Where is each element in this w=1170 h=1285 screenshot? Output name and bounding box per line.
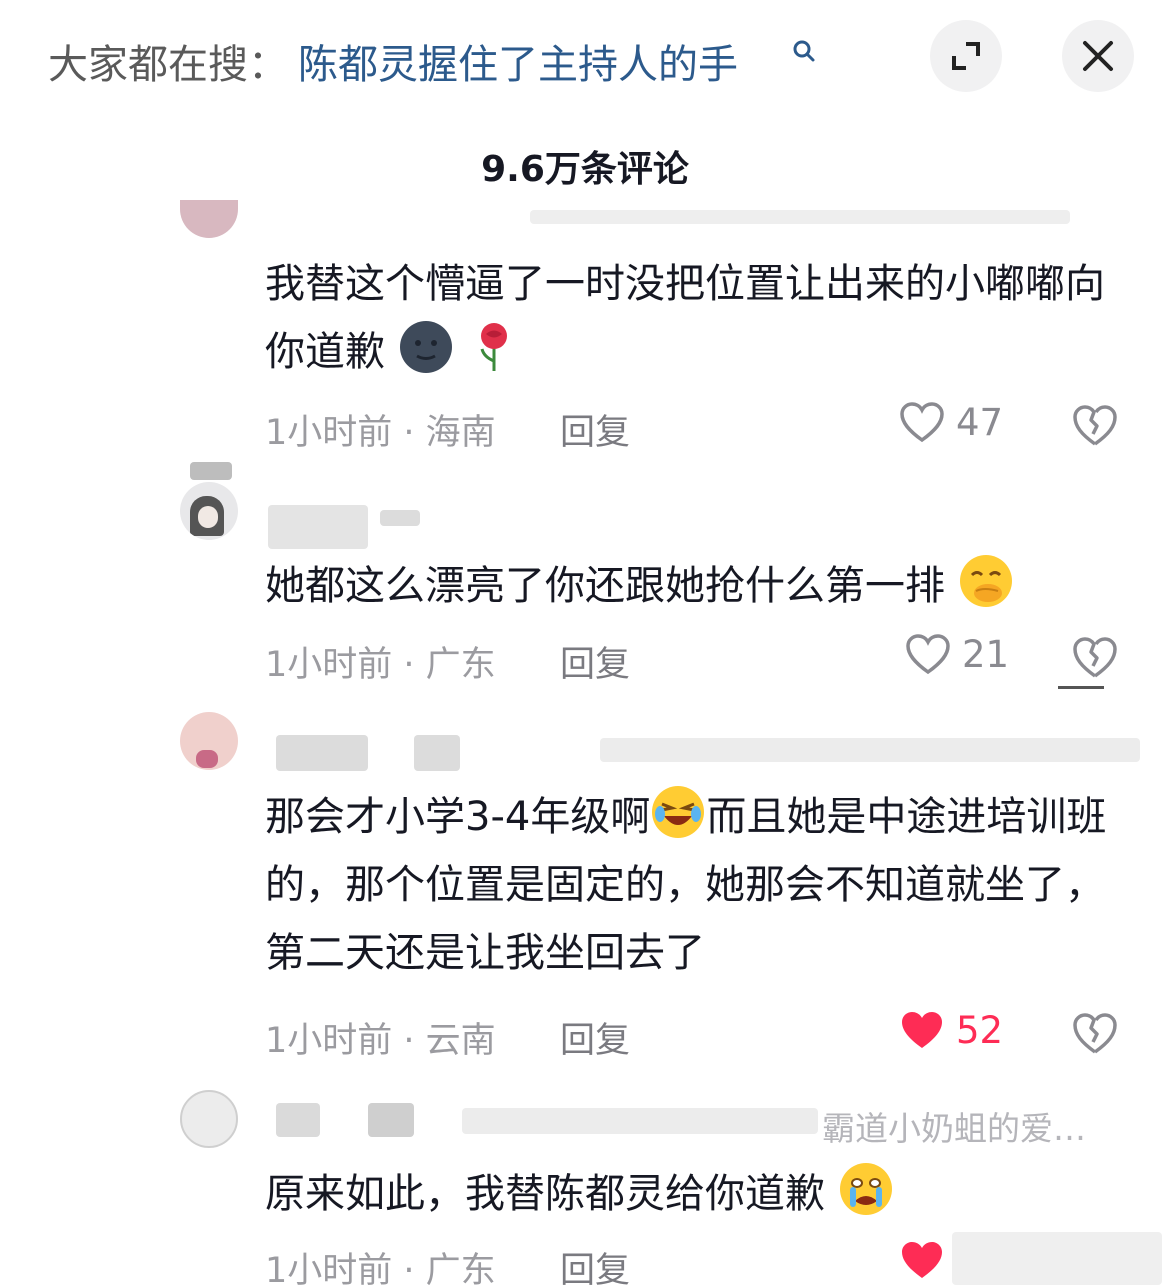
comment-text: 她都这么漂亮了你还跟她抢什么第一排 (265, 552, 1125, 620)
broken-heart-icon[interactable] (1072, 1010, 1118, 1056)
avatar[interactable] (180, 712, 238, 770)
search-prefix: 大家都在搜： (48, 42, 288, 88)
trending-search-link[interactable]: 陈都灵握住了主持人的手 (298, 32, 738, 90)
heart-filled-icon (902, 1012, 942, 1048)
expand-icon (952, 42, 980, 70)
broken-heart-icon[interactable] (1072, 634, 1118, 680)
blurred-username (190, 462, 232, 480)
comments-count: 9.6万条评论 (481, 149, 689, 190)
heart-outline-icon (900, 402, 944, 443)
blurred-username (268, 505, 368, 549)
avatar[interactable] (180, 1090, 238, 1148)
comment-time-location: 1小时前 · 广东 (265, 645, 496, 685)
avatar[interactable] (180, 200, 238, 238)
like-count: 21 (962, 632, 1010, 676)
like-count: 47 (956, 400, 1004, 444)
like-button[interactable]: 52 (898, 1008, 1003, 1052)
comment-text: 那会才小学3-4年级啊 而且她是中途进培训班的，那个位置是固定的，她那会不知道就… (265, 783, 1125, 987)
divider (1058, 686, 1104, 689)
blurred-username (600, 738, 1140, 762)
reply-button[interactable]: 回复 (560, 1242, 630, 1285)
blurred-overlay (952, 1232, 1162, 1285)
blurred-username (462, 1108, 818, 1134)
heart-filled-icon (902, 1242, 942, 1278)
video-title-partial[interactable]: 霸道小奶蛆的爱… (822, 1102, 1086, 1150)
rolling-laughing-face-icon (652, 786, 705, 838)
close-icon (1083, 41, 1113, 71)
new-moon-face-icon (399, 321, 452, 373)
like-button[interactable]: 21 (904, 632, 1009, 676)
close-button[interactable] (1062, 20, 1134, 92)
top-bar: 大家都在搜： 陈都灵握住了主持人的手 (0, 0, 1170, 120)
comment-text: 原来如此，我替陈都灵给你道歉 (265, 1160, 1125, 1228)
comment-time-location: 1小时前 · 广东 (265, 1251, 496, 1285)
blurred-username (276, 735, 368, 771)
blurred-username (368, 1103, 414, 1137)
face-with-hand-over-mouth-icon (959, 555, 1012, 607)
expand-button[interactable] (930, 20, 1002, 92)
heart-outline-icon (906, 634, 950, 675)
comment-text: 我替这个懵逼了一时没把位置让出来的小嘟嘟向你道歉 (265, 261, 1105, 375)
search-icon[interactable] (790, 38, 820, 68)
like-button[interactable] (898, 1238, 946, 1282)
rose-icon (480, 323, 508, 371)
loudly-crying-face-icon (839, 1163, 892, 1215)
reply-button[interactable]: 回复 (560, 404, 630, 455)
like-button[interactable]: 47 (898, 400, 1003, 444)
blurred-username (380, 510, 420, 526)
reply-button[interactable]: 回复 (560, 636, 630, 687)
blurred-username (276, 1103, 320, 1137)
comment-time-location: 1小时前 · 云南 (265, 1021, 496, 1061)
like-count: 52 (956, 1008, 1004, 1052)
blurred-username (414, 735, 460, 771)
reply-button[interactable]: 回复 (560, 1012, 630, 1063)
blurred-username (530, 210, 1070, 224)
avatar[interactable] (180, 482, 238, 540)
comment-time-location: 1小时前 · 海南 (265, 413, 496, 453)
broken-heart-icon[interactable] (1072, 402, 1118, 448)
